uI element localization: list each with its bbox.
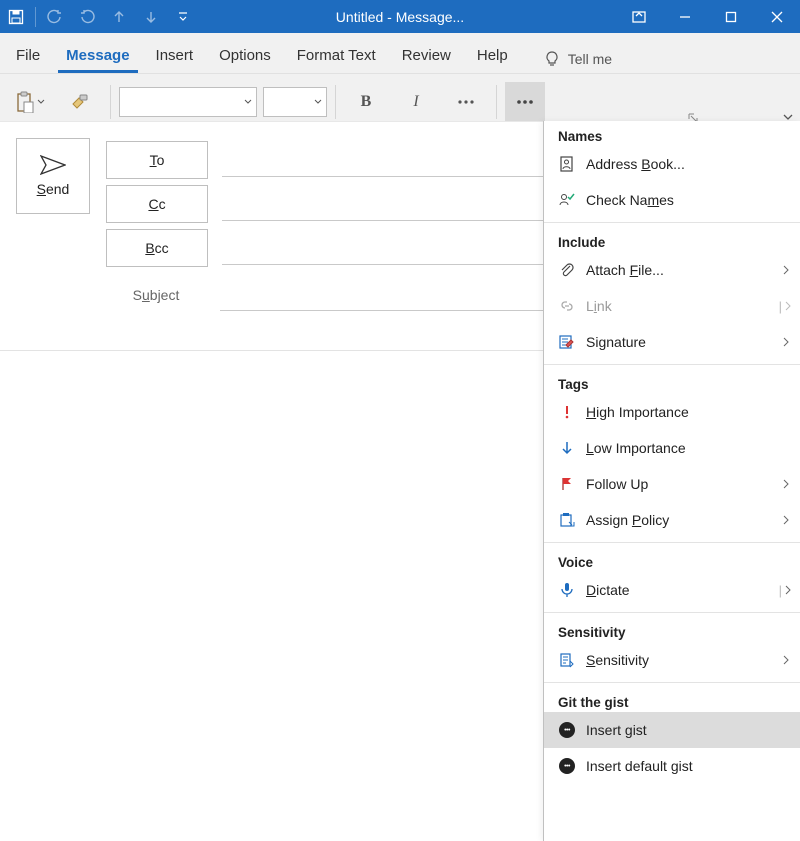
menu-label: High Importance (586, 404, 689, 420)
format-painter-button[interactable] (58, 84, 102, 120)
menu-check-names[interactable]: Check Names (544, 182, 800, 218)
tab-options[interactable]: Options (211, 39, 279, 73)
send-icon (40, 155, 66, 175)
chevron-right-icon (782, 334, 790, 350)
minimize-button[interactable] (662, 0, 708, 33)
tab-message[interactable]: Message (58, 39, 137, 73)
chevron-right-icon (782, 512, 790, 528)
to-button[interactable]: To (106, 141, 208, 179)
tell-me-search[interactable]: Tell me (544, 51, 612, 73)
tell-me-label: Tell me (568, 51, 612, 67)
qat-customize-icon[interactable] (167, 0, 199, 33)
menu-label: Assign Policy (586, 512, 669, 528)
address-book-icon (558, 155, 576, 173)
low-importance-icon (558, 439, 576, 457)
menu-link: Link | (544, 288, 800, 324)
close-button[interactable] (754, 0, 800, 33)
overflow-menu: Names Address Book... Check Names Includ… (543, 121, 800, 841)
clipboard-icon (16, 91, 34, 113)
maximize-button[interactable] (708, 0, 754, 33)
tab-insert[interactable]: Insert (148, 39, 202, 73)
menu-label: Address Book... (586, 156, 685, 172)
high-importance-icon (558, 403, 576, 421)
section-sensitivity: Sensitivity (544, 617, 800, 642)
menu-attach-file[interactable]: Attach File... (544, 252, 800, 288)
menu-label: Link (586, 298, 612, 314)
link-icon (558, 297, 576, 315)
menu-sensitivity[interactable]: Sensitivity (544, 642, 800, 678)
gist-icon: ••• (558, 721, 576, 739)
check-names-icon (558, 191, 576, 209)
ribbon-tabs: File Message Insert Options Format Text … (0, 33, 800, 74)
bold-button[interactable]: B (344, 84, 388, 120)
section-tags: Tags (544, 369, 800, 394)
paste-button[interactable] (8, 84, 52, 120)
menu-label: Check Names (586, 192, 674, 208)
section-names: Names (544, 121, 800, 146)
popup-window-icon[interactable] (616, 0, 662, 33)
save-icon[interactable] (0, 0, 32, 33)
tab-review[interactable]: Review (394, 39, 459, 73)
gist-icon: ••• (558, 757, 576, 775)
flag-icon (558, 475, 576, 493)
menu-assign-policy[interactable]: Assign Policy (544, 502, 800, 538)
tab-help[interactable]: Help (469, 39, 516, 73)
font-size-combo[interactable] (263, 87, 327, 117)
chevron-down-icon (314, 98, 322, 106)
overflow-button[interactable] (505, 82, 545, 122)
menu-insert-default-gist[interactable]: ••• Insert default gist (544, 748, 800, 784)
ellipsis-icon (457, 99, 475, 105)
send-button[interactable]: Send (16, 138, 90, 214)
menu-dictate[interactable]: Dictate | (544, 572, 800, 608)
section-voice: Voice (544, 547, 800, 572)
section-gist: Git the gist (544, 687, 800, 712)
menu-label: Signature (586, 334, 646, 350)
tab-file[interactable]: File (8, 39, 48, 73)
arrow-down-icon[interactable] (135, 0, 167, 33)
subject-label: Subject (106, 287, 206, 303)
split-chevron-icon: | (779, 299, 792, 314)
chevron-right-icon (782, 476, 790, 492)
ellipsis-icon (516, 99, 534, 105)
menu-label: Dictate (586, 582, 630, 598)
menu-label: Low Importance (586, 440, 686, 456)
menu-insert-gist[interactable]: ••• Insert gist (544, 712, 800, 748)
redo-icon[interactable] (71, 0, 103, 33)
chevron-down-icon (37, 98, 45, 106)
paperclip-icon (558, 261, 576, 279)
assign-policy-icon (558, 511, 576, 529)
chevron-down-icon (244, 98, 252, 106)
tab-format-text[interactable]: Format Text (289, 39, 384, 73)
menu-signature[interactable]: Signature (544, 324, 800, 360)
undo-icon[interactable] (39, 0, 71, 33)
menu-label: Sensitivity (586, 652, 649, 668)
signature-icon (558, 333, 576, 351)
section-include: Include (544, 227, 800, 252)
italic-button[interactable]: I (394, 84, 438, 120)
window-title: Untitled - Message... (336, 9, 464, 25)
arrow-up-icon[interactable] (103, 0, 135, 33)
menu-label: Insert gist (586, 722, 647, 738)
menu-label: Follow Up (586, 476, 648, 492)
menu-label: Insert default gist (586, 758, 693, 774)
sensitivity-icon (558, 651, 576, 669)
more-font-button[interactable] (444, 84, 488, 120)
menu-label: Attach File... (586, 262, 664, 278)
lightbulb-icon (544, 51, 560, 67)
font-name-combo[interactable] (119, 87, 257, 117)
format-painter-icon (70, 92, 90, 112)
menu-low-importance[interactable]: Low Importance (544, 430, 800, 466)
menu-address-book[interactable]: Address Book... (544, 146, 800, 182)
send-label: Send (37, 181, 70, 197)
chevron-right-icon (782, 652, 790, 668)
bcc-button[interactable]: Bcc (106, 229, 208, 267)
microphone-icon (558, 581, 576, 599)
split-chevron-icon: | (779, 583, 792, 598)
chevron-right-icon (782, 262, 790, 278)
titlebar: Untitled - Message... (0, 0, 800, 33)
cc-button[interactable]: Cc (106, 185, 208, 223)
menu-follow-up[interactable]: Follow Up (544, 466, 800, 502)
menu-high-importance[interactable]: High Importance (544, 394, 800, 430)
